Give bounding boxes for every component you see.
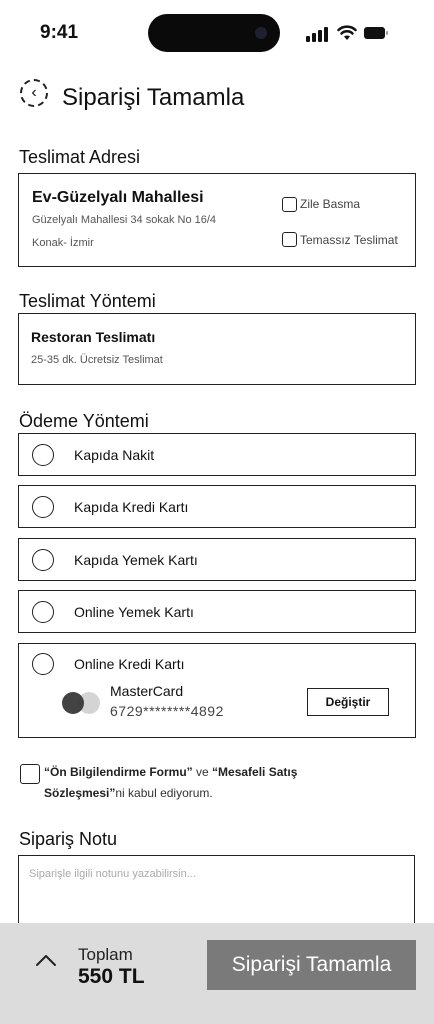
address-name: Ev-Güzelyalı Mahallesi bbox=[32, 189, 204, 206]
delivery-method-info: 25-35 dk. Ücretsiz Teslimat bbox=[31, 354, 163, 366]
payment-label-online-credit-card: Online Kredi Kartı bbox=[74, 656, 185, 672]
section-title-payment: Ödeme Yöntemi bbox=[19, 411, 149, 431]
payment-label-door-meal-card: Kapıda Yemek Kartı bbox=[74, 552, 198, 568]
payment-label-cash: Kapıda Nakit bbox=[74, 447, 155, 463]
chevron-up-icon[interactable] bbox=[34, 952, 58, 968]
status-time: 9:41 bbox=[40, 22, 79, 43]
section-title-address: Teslimat Adresi bbox=[19, 147, 141, 167]
card-brand: MasterCard bbox=[110, 683, 184, 699]
mastercard-logo-icon bbox=[60, 692, 104, 716]
card-number: 6729********4892 bbox=[110, 703, 224, 719]
radio-online-credit-card[interactable] bbox=[32, 653, 54, 675]
back-icon[interactable]: ‹ bbox=[20, 79, 48, 107]
payment-label-door-credit-card: Kapıda Kredi Kartı bbox=[74, 499, 189, 515]
wifi-icon bbox=[337, 25, 357, 40]
radio-door-meal-card[interactable] bbox=[32, 549, 54, 571]
checkbox-ring-bell[interactable] bbox=[282, 197, 297, 212]
complete-order-button[interactable]: Siparişi Tamamla bbox=[207, 940, 416, 990]
delivery-method-card[interactable] bbox=[18, 313, 416, 385]
radio-door-credit-card[interactable] bbox=[32, 496, 54, 518]
page-title: Siparişi Tamamla bbox=[62, 84, 245, 111]
option-label-ring-bell: Zile Basma bbox=[300, 197, 361, 211]
agreement-text: “Ön Bilgilendirme Formu” ve “Mesafeli Sa… bbox=[44, 765, 298, 800]
battery-icon bbox=[364, 27, 388, 39]
radio-online-meal-card[interactable] bbox=[32, 601, 54, 623]
section-title-note: Sipariş Notu bbox=[19, 829, 118, 849]
total-label: Toplam bbox=[78, 945, 133, 964]
payment-label-online-meal-card: Online Yemek Kartı bbox=[74, 604, 194, 620]
address-line-1: Güzelyalı Mahallesi 34 sokak No 16/4 bbox=[32, 214, 217, 226]
cellular-signal-icon bbox=[306, 26, 330, 42]
radio-cash[interactable] bbox=[32, 444, 54, 466]
camera-dot bbox=[255, 27, 267, 39]
delivery-method-name: Restoran Teslimatı bbox=[31, 329, 156, 345]
total-value: 550 TL bbox=[78, 965, 145, 988]
change-card-button[interactable]: Değiştir bbox=[307, 688, 389, 716]
agreement-checkbox[interactable] bbox=[20, 764, 40, 784]
section-title-delivery: Teslimat Yöntemi bbox=[19, 291, 156, 311]
pre-information-form-link[interactable]: “Ön Bilgilendirme Formu” bbox=[44, 765, 193, 779]
address-line-2: Konak- İzmir bbox=[32, 237, 94, 249]
option-label-contactless: Temassız Teslimat bbox=[300, 233, 398, 247]
checkbox-contactless[interactable] bbox=[282, 232, 297, 247]
